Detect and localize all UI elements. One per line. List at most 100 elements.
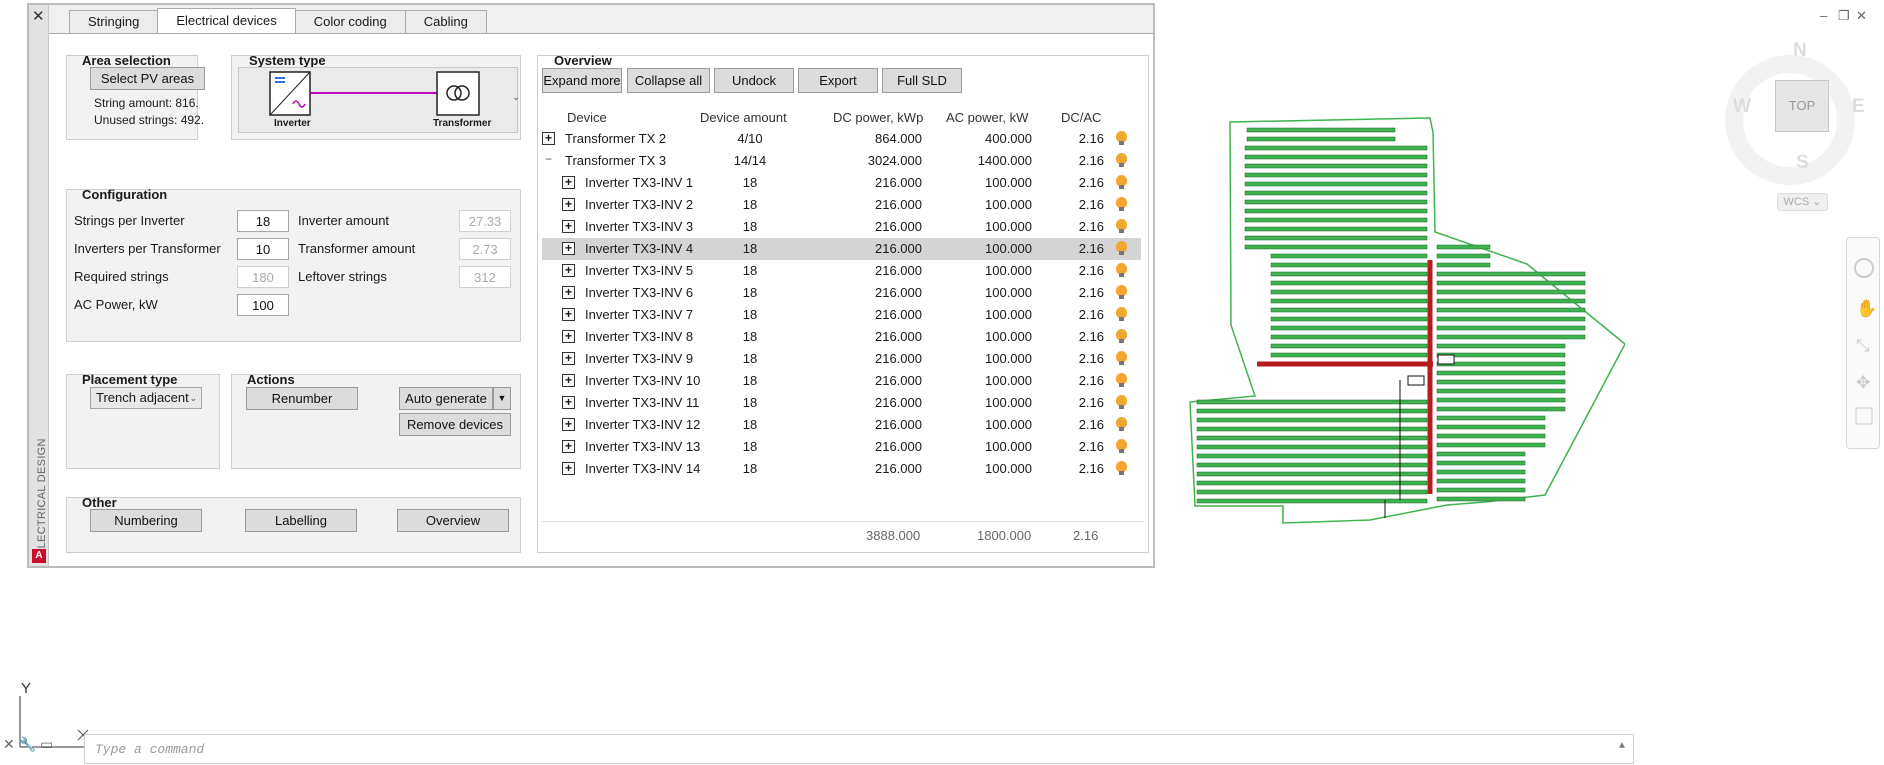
column-dc-ac[interactable]: DC/AC [1061, 110, 1101, 125]
pv-array[interactable] [1436, 451, 1526, 457]
numbering-button[interactable]: Numbering [90, 509, 202, 532]
compass-east[interactable]: E [1852, 96, 1865, 118]
pv-array[interactable] [1244, 172, 1428, 178]
inverter-row[interactable]: + Inverter TX3-INV 5 18 216.000 100.000 2.16 [542, 260, 1141, 282]
pv-array[interactable] [1244, 154, 1428, 160]
pv-array[interactable] [1436, 496, 1526, 502]
ac-power-input[interactable] [237, 294, 289, 316]
lightbulb-icon[interactable] [1116, 307, 1127, 321]
pv-array[interactable] [1436, 253, 1491, 259]
inverter-row[interactable]: + Inverter TX3-INV 6 18 216.000 100.000 2.16 [542, 282, 1141, 304]
lightbulb-icon[interactable] [1116, 285, 1127, 299]
compass-north[interactable]: N [1793, 40, 1807, 62]
lightbulb-icon[interactable] [1116, 417, 1127, 431]
pv-array[interactable] [1196, 480, 1428, 486]
pv-array[interactable] [1436, 316, 1586, 322]
expand-icon[interactable]: + [562, 330, 575, 343]
expand-icon[interactable]: + [562, 418, 575, 431]
collapse-icon[interactable]: − [542, 153, 555, 167]
pv-array[interactable] [1196, 426, 1428, 432]
pv-array[interactable] [1196, 399, 1428, 405]
expand-icon[interactable]: + [562, 352, 575, 365]
pv-array[interactable] [1436, 271, 1586, 277]
lightbulb-icon[interactable] [1116, 329, 1127, 343]
export-button[interactable]: Export [798, 68, 878, 93]
inverter-row[interactable]: + Inverter TX3-INV 12 18 216.000 100.000 2.16 [542, 414, 1141, 436]
expand-icon[interactable]: + [562, 440, 575, 453]
lightbulb-icon[interactable] [1116, 373, 1127, 387]
pv-array[interactable] [1436, 469, 1526, 475]
lightbulb-icon[interactable] [1116, 263, 1127, 277]
pv-array[interactable] [1270, 325, 1428, 331]
pv-array[interactable] [1270, 280, 1428, 286]
transformer-row[interactable]: + Transformer TX 2 4/10 864.000 400.000 2.16 [542, 128, 1141, 150]
wcs-dropdown[interactable]: WCS ⌄ [1777, 193, 1828, 211]
expand-icon[interactable]: + [562, 462, 575, 475]
inverter-row[interactable]: + Inverter TX3-INV 11 18 216.000 100.000 2.16 [542, 392, 1141, 414]
pv-array[interactable] [1244, 226, 1428, 232]
restore-icon[interactable]: ❐ [1838, 8, 1850, 24]
pv-array[interactable] [1196, 489, 1428, 495]
expand-icon[interactable]: + [562, 308, 575, 321]
pv-array[interactable] [1270, 298, 1428, 304]
transformer-block[interactable] [1437, 354, 1455, 365]
auto-generate-button[interactable]: Auto generate [399, 387, 493, 410]
pv-array[interactable] [1196, 408, 1428, 414]
inverter-row[interactable]: + Inverter TX3-INV 14 18 216.000 100.000 2.16 [542, 458, 1141, 480]
pv-array[interactable] [1196, 471, 1428, 477]
pv-array[interactable] [1246, 136, 1396, 142]
inverter-row[interactable]: + Inverter TX3-INV 9 18 216.000 100.000 2.16 [542, 348, 1141, 370]
tab-color-coding[interactable]: Color coding [294, 10, 406, 34]
close-icon[interactable]: ✕ [32, 7, 45, 25]
column-device[interactable]: Device [567, 110, 607, 125]
pv-array[interactable] [1436, 379, 1566, 385]
pv-array[interactable] [1270, 352, 1428, 358]
pv-array[interactable] [1436, 397, 1566, 403]
strings-per-inverter-input[interactable] [237, 210, 289, 232]
pv-array[interactable] [1244, 163, 1428, 169]
close-window-icon[interactable]: ✕ [1856, 8, 1867, 24]
command-line[interactable]: Type a command ▲ [84, 734, 1634, 764]
pv-array[interactable] [1196, 444, 1428, 450]
pv-array[interactable] [1436, 361, 1566, 367]
pv-array[interactable] [1436, 334, 1586, 340]
pv-array[interactable] [1436, 370, 1566, 376]
pv-array[interactable] [1436, 442, 1546, 448]
pv-array[interactable] [1244, 199, 1428, 205]
pv-array[interactable] [1436, 307, 1586, 313]
expand-icon[interactable]: + [562, 396, 575, 409]
column-device-amount[interactable]: Device amount [700, 110, 787, 125]
expand-icon[interactable]: + [562, 220, 575, 233]
renumber-button[interactable]: Renumber [246, 387, 358, 410]
expand-icon[interactable]: + [562, 374, 575, 387]
pv-array[interactable] [1436, 352, 1566, 358]
pv-array[interactable] [1436, 406, 1566, 412]
pv-array[interactable] [1270, 316, 1428, 322]
pv-array[interactable] [1196, 462, 1428, 468]
column-ac-power[interactable]: AC power, kW [946, 110, 1028, 125]
lightbulb-icon[interactable] [1116, 219, 1127, 233]
remove-devices-button[interactable]: Remove devices [399, 413, 511, 436]
pv-array[interactable] [1244, 181, 1428, 187]
pv-array[interactable] [1436, 478, 1526, 484]
close-command-icon[interactable]: ✕ [3, 736, 15, 752]
inverter-row[interactable]: + Inverter TX3-INV 1 18 216.000 100.000 2.16 [542, 172, 1141, 194]
lightbulb-icon[interactable] [1116, 241, 1127, 255]
pv-array[interactable] [1436, 388, 1566, 394]
pv-array[interactable] [1270, 271, 1428, 277]
pv-array[interactable] [1270, 334, 1428, 340]
inverter-row[interactable]: + Inverter TX3-INV 2 18 216.000 100.000 2.16 [542, 194, 1141, 216]
lightbulb-icon[interactable] [1116, 439, 1127, 453]
pv-array[interactable] [1196, 453, 1428, 459]
expand-icon[interactable]: + [542, 132, 555, 145]
overview-button[interactable]: Overview [397, 509, 509, 532]
auto-generate-dropdown-button[interactable]: ▼ [493, 387, 511, 410]
pv-array[interactable] [1270, 307, 1428, 313]
inverters-per-transformer-input[interactable] [237, 238, 289, 260]
expand-icon[interactable]: + [562, 286, 575, 299]
pv-array[interactable] [1270, 253, 1428, 259]
pv-array[interactable] [1196, 417, 1428, 423]
viewcube-top-face[interactable]: TOP [1775, 80, 1829, 132]
pv-array[interactable] [1244, 235, 1428, 241]
expand-icon[interactable]: + [562, 264, 575, 277]
